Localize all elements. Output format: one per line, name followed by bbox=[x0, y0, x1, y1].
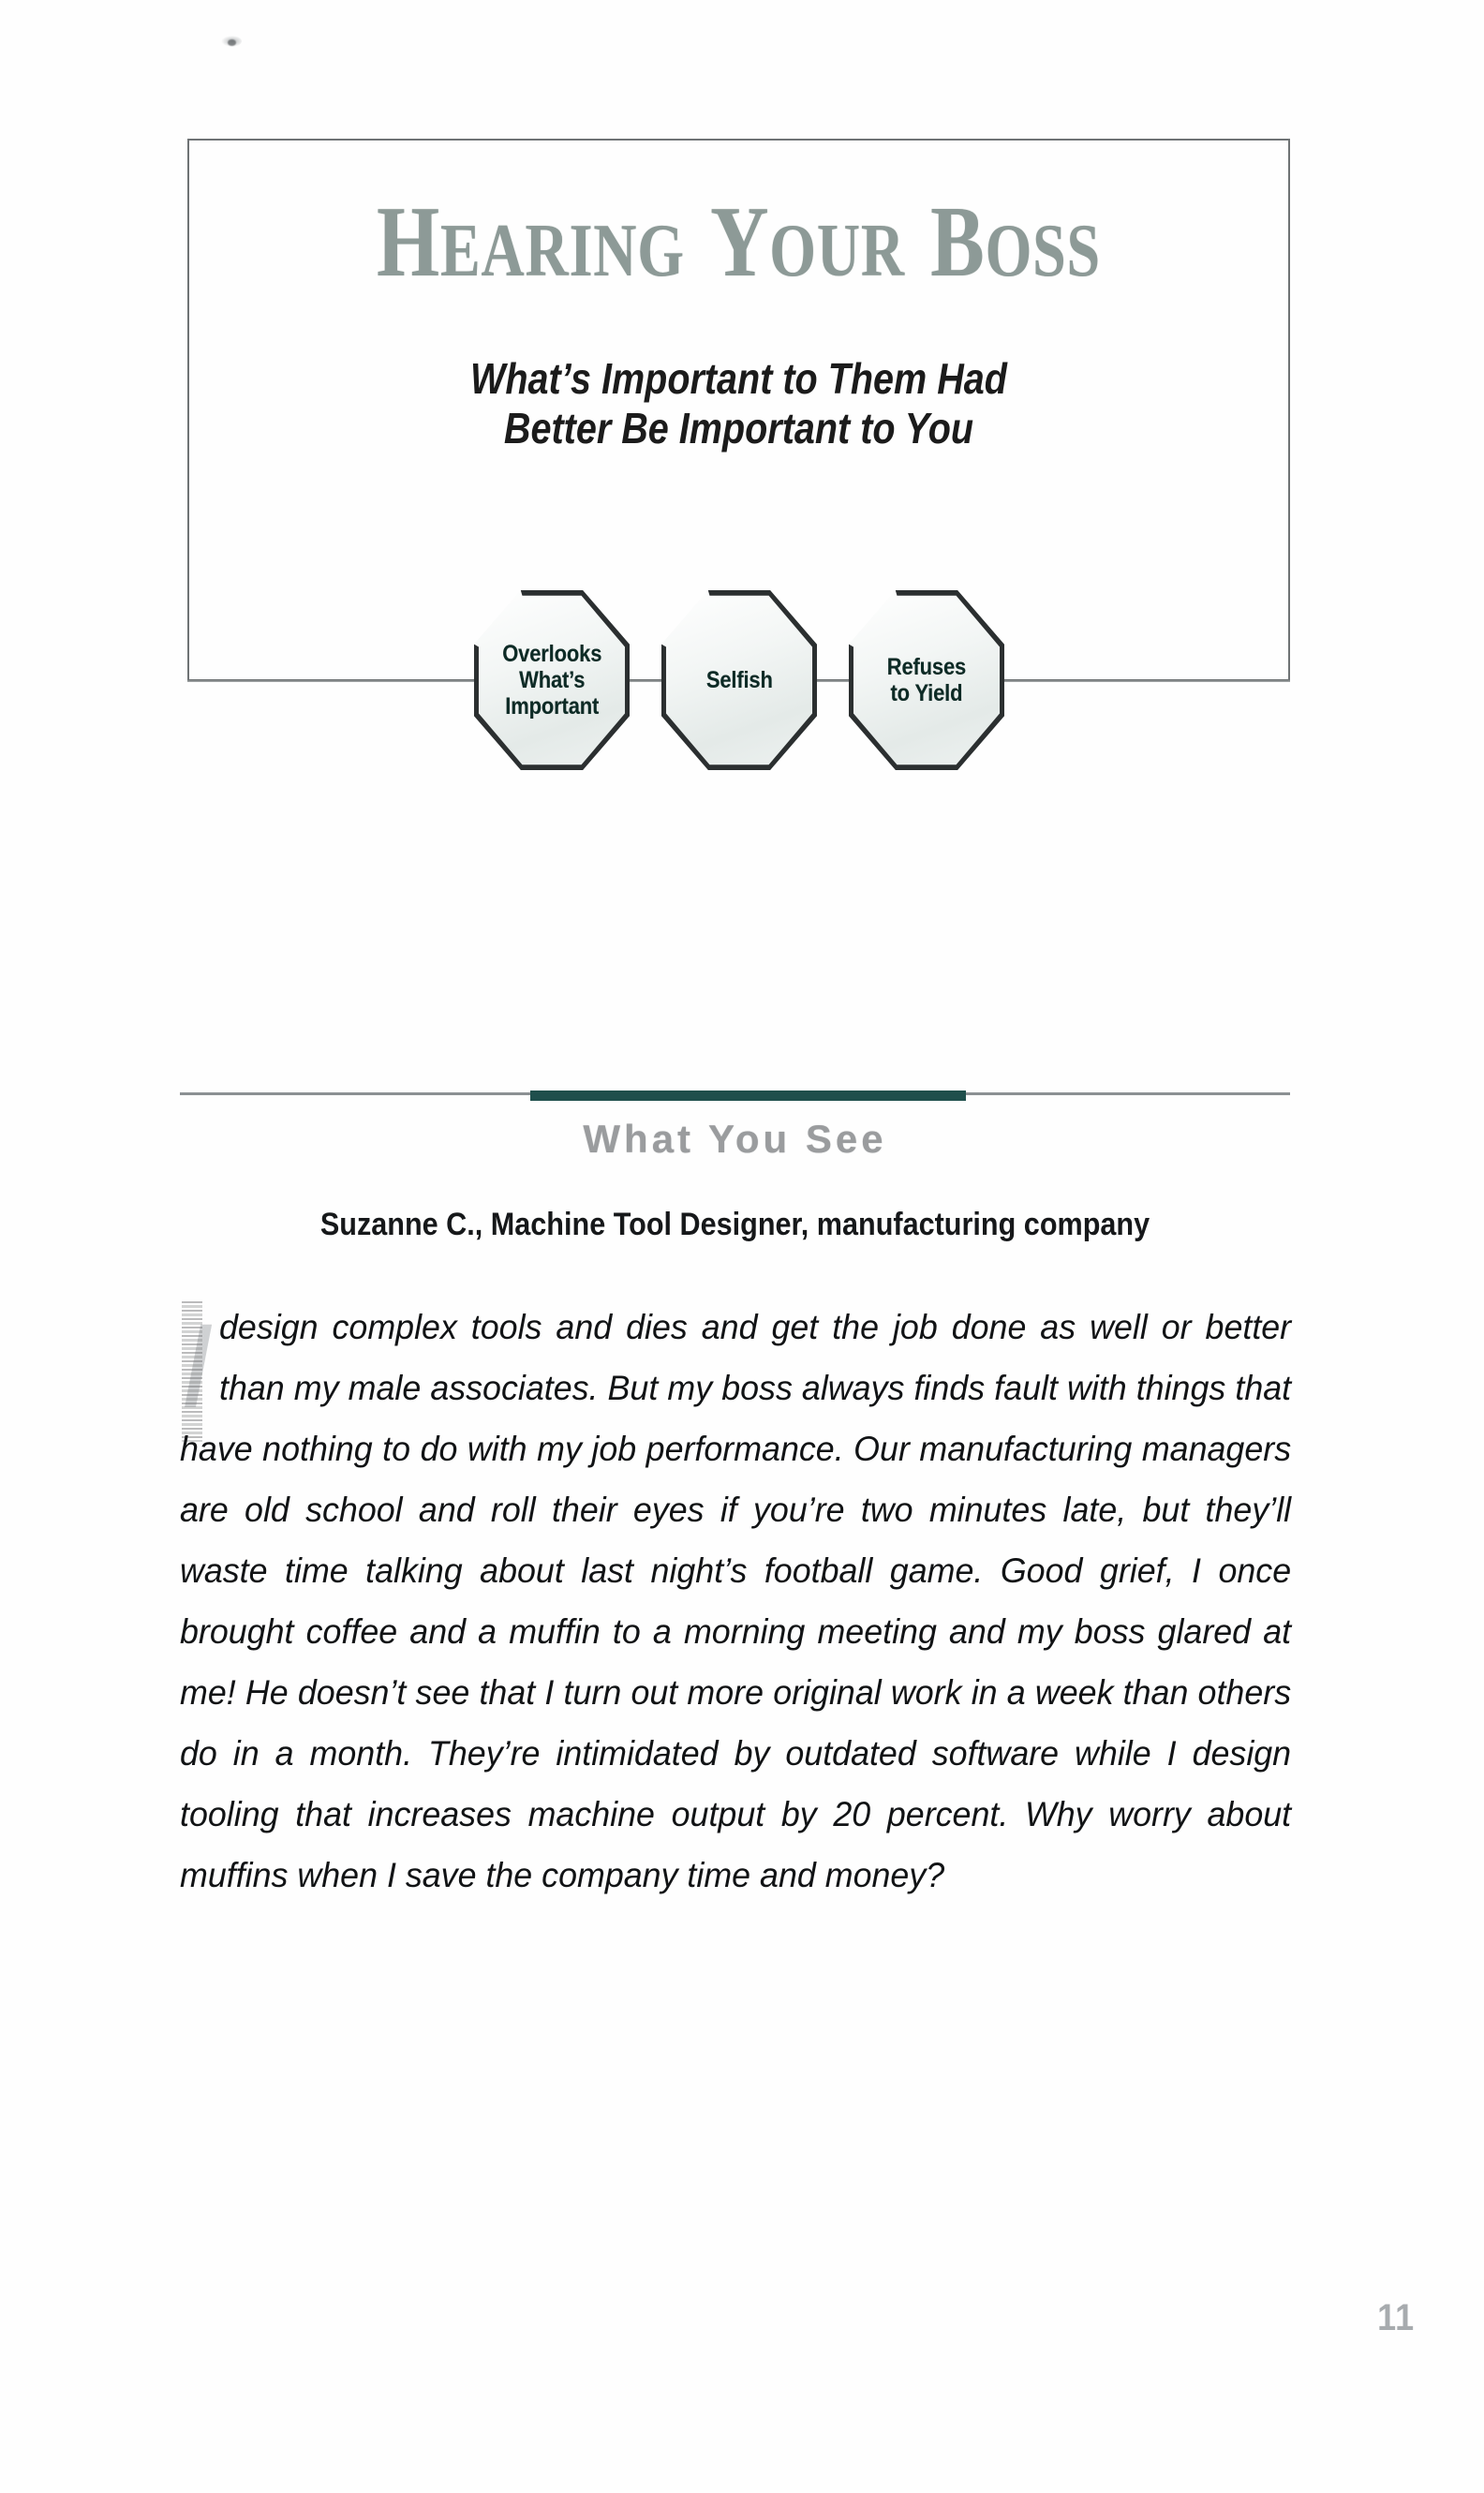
badge-label-line-2: What’s bbox=[518, 667, 586, 693]
badge-refuses-to-yield: Refuses to Yield bbox=[849, 590, 1004, 770]
badge-label: Overlooks What’s Important bbox=[502, 641, 601, 720]
chapter-title: HEARING YOUR BOSS bbox=[377, 186, 1101, 298]
badge-label-line-3: Important bbox=[505, 693, 599, 720]
chapter-subtitle: What’s Important to Them Had Better Be I… bbox=[264, 354, 1212, 454]
testimonial-body: I design complex tools and dies and get … bbox=[180, 1297, 1291, 1906]
section-divider-rule bbox=[180, 1091, 1290, 1101]
page-number: 11 bbox=[1377, 2297, 1415, 2338]
scan-artifact-speck bbox=[228, 39, 236, 46]
chapter-subtitle-line-1: What’s Important to Them Had bbox=[470, 354, 1007, 403]
badge-label-line-2: to Yield bbox=[890, 680, 963, 706]
badge-label: Refuses to Yield bbox=[886, 654, 967, 706]
section-heading: What You See bbox=[583, 1117, 887, 1161]
badge-selfish: Selfish bbox=[661, 590, 817, 770]
behavior-badge-row: Overlooks What’s Important Selfish Refus… bbox=[187, 581, 1290, 782]
testimonial-paragraph: design complex tools and dies and get th… bbox=[180, 1307, 1292, 1894]
book-page: HEARING YOUR BOSS What’s Important to Th… bbox=[0, 0, 1484, 2493]
testimonial-byline: Suzanne C., Machine Tool Designer, manuf… bbox=[319, 1207, 1150, 1242]
badge-label-line-1: Selfish bbox=[705, 667, 773, 693]
badge-label-line-1: Refuses bbox=[886, 654, 967, 680]
badge-label: Selfish bbox=[706, 667, 773, 693]
divider-accent-bar bbox=[530, 1091, 966, 1101]
badge-label-line-1: Overlooks bbox=[501, 641, 602, 667]
chapter-subtitle-line-2: Better Be Important to You bbox=[503, 404, 974, 453]
badge-overlooks-whats-important: Overlooks What’s Important bbox=[474, 590, 630, 770]
